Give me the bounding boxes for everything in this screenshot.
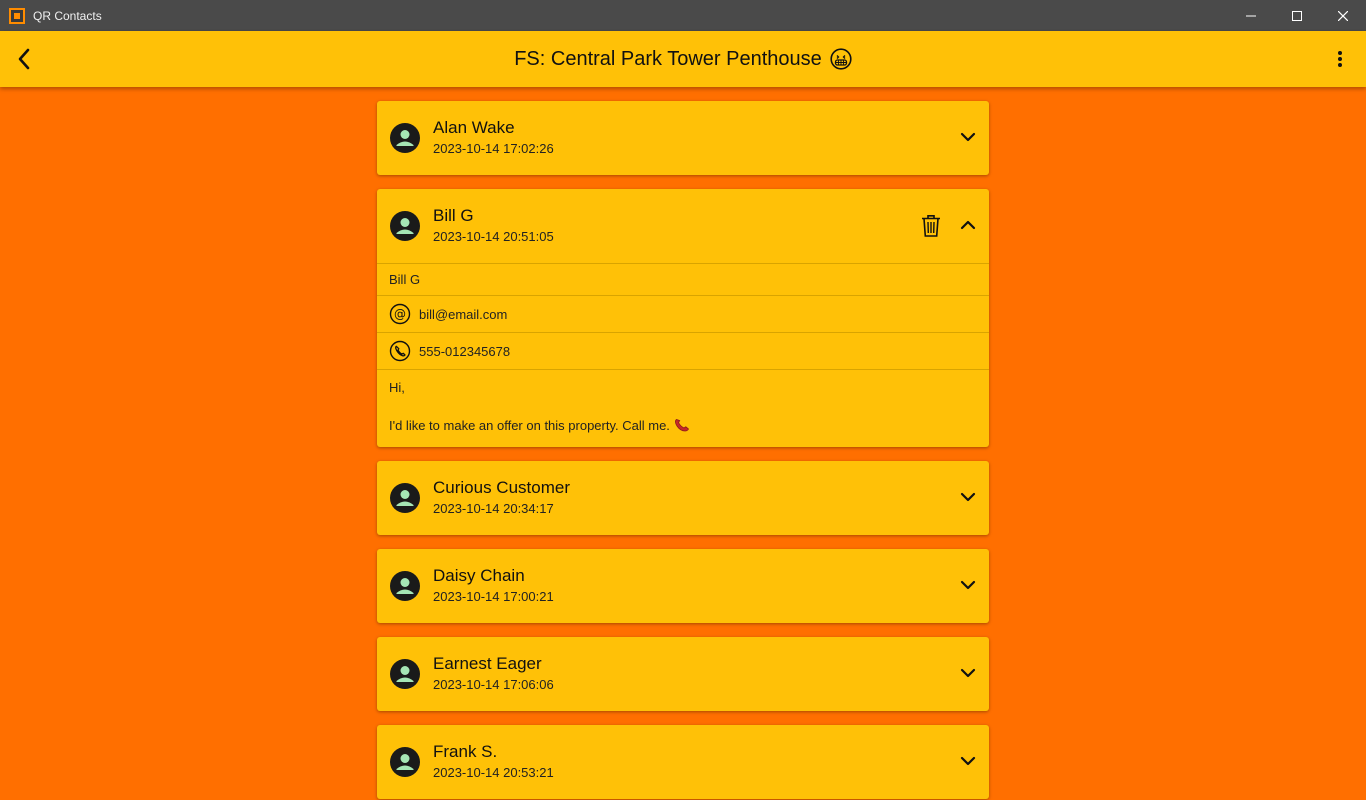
expand-button[interactable] xyxy=(957,126,979,148)
app-bar: FS: Central Park Tower Penthouse xyxy=(0,31,1366,87)
close-button[interactable] xyxy=(1320,0,1366,31)
contact-card-header[interactable]: Daisy Chain 2023-10-14 17:00:21 xyxy=(377,549,989,623)
contact-name: Curious Customer xyxy=(433,478,570,497)
svg-text:@: @ xyxy=(394,307,406,321)
chevron-down-icon xyxy=(960,492,976,502)
app-logo-icon xyxy=(9,7,25,24)
arrow-back-icon xyxy=(18,48,30,70)
at-sign-icon: @ xyxy=(389,303,411,325)
contact-date: 2023-10-14 17:02:26 xyxy=(433,141,554,156)
contact-date: 2023-10-14 17:06:06 xyxy=(433,677,554,692)
person-icon xyxy=(390,211,420,241)
chevron-down-icon xyxy=(960,756,976,766)
contact-list: Alan Wake 2023-10-14 17:02:26 Bill G 202… xyxy=(377,101,989,800)
contact-date: 2023-10-14 17:00:21 xyxy=(433,589,554,604)
contact-card: Earnest Eager 2023-10-14 17:06:06 xyxy=(377,637,989,711)
detail-full-name-text: Bill G xyxy=(389,272,421,287)
contact-message: Hi, I'd like to make an offer on this pr… xyxy=(377,369,989,447)
grinning-face-icon xyxy=(830,48,852,70)
window-title: QR Contacts xyxy=(33,8,102,23)
more-vert-icon xyxy=(1338,51,1342,67)
collapse-button[interactable] xyxy=(957,214,979,236)
maximize-button[interactable] xyxy=(1274,0,1320,31)
message-line-1: Hi, xyxy=(389,380,405,395)
expand-button[interactable] xyxy=(957,486,979,508)
contact-date: 2023-10-14 20:34:17 xyxy=(433,501,554,516)
contact-card-header[interactable]: Bill G 2023-10-14 20:51:05 xyxy=(377,189,989,263)
contact-date: 2023-10-14 20:51:05 xyxy=(433,229,554,244)
phone-icon xyxy=(389,340,411,362)
chevron-down-icon xyxy=(960,668,976,678)
telephone-receiver-icon xyxy=(674,419,689,432)
expand-button[interactable] xyxy=(957,750,979,772)
chevron-down-icon xyxy=(960,580,976,590)
contact-name: Frank S. xyxy=(433,742,498,761)
detail-full-name: Bill G xyxy=(377,263,989,295)
contact-name: Alan Wake xyxy=(433,118,515,137)
minimize-button[interactable] xyxy=(1228,0,1274,31)
person-icon xyxy=(390,571,420,601)
page-title: FS: Central Park Tower Penthouse xyxy=(514,48,852,71)
back-button[interactable] xyxy=(10,45,38,73)
contact-card: Curious Customer 2023-10-14 20:34:17 xyxy=(377,461,989,535)
contact-date: 2023-10-14 20:53:21 xyxy=(433,765,554,780)
contact-card-header[interactable]: Frank S. 2023-10-14 20:53:21 xyxy=(377,725,989,799)
contact-card: Daisy Chain 2023-10-14 17:00:21 xyxy=(377,549,989,623)
contact-card-header[interactable]: Curious Customer 2023-10-14 20:34:17 xyxy=(377,461,989,535)
message-line-2-wrapper: I'd like to make an offer on this proper… xyxy=(389,416,977,435)
person-icon xyxy=(390,659,420,689)
detail-email-text: bill@email.com xyxy=(419,306,508,322)
contact-name: Bill G xyxy=(433,206,474,225)
expand-button[interactable] xyxy=(957,662,979,684)
person-icon xyxy=(390,747,420,777)
message-line-2: I'd like to make an offer on this proper… xyxy=(389,418,670,433)
contact-card-header[interactable]: Earnest Eager 2023-10-14 17:06:06 xyxy=(377,637,989,711)
contact-name: Earnest Eager xyxy=(433,654,542,673)
trash-icon xyxy=(922,215,940,237)
detail-phone[interactable]: 555-012345678 xyxy=(377,332,989,369)
contact-name: Daisy Chain xyxy=(433,566,525,585)
chevron-up-icon xyxy=(960,220,976,230)
contact-card: Frank S. 2023-10-14 20:53:21 xyxy=(377,725,989,799)
delete-button[interactable] xyxy=(919,213,943,239)
detail-phone-text: 555-012345678 xyxy=(419,343,511,359)
chevron-down-icon xyxy=(960,132,976,142)
window-controls xyxy=(1228,0,1366,31)
person-icon xyxy=(390,483,420,513)
person-icon xyxy=(390,123,420,153)
window-titlebar: QR Contacts xyxy=(0,0,1366,31)
more-options-button[interactable] xyxy=(1326,45,1354,73)
expand-button[interactable] xyxy=(957,574,979,596)
page-title-text: FS: Central Park Tower Penthouse xyxy=(514,47,822,70)
contact-card-expanded: Bill G 2023-10-14 20:51:05 Bill G @ bill… xyxy=(377,189,989,447)
detail-email[interactable]: @ bill@email.com xyxy=(377,295,989,332)
contact-card: Alan Wake 2023-10-14 17:02:26 xyxy=(377,101,989,175)
contact-card-header[interactable]: Alan Wake 2023-10-14 17:02:26 xyxy=(377,101,989,175)
